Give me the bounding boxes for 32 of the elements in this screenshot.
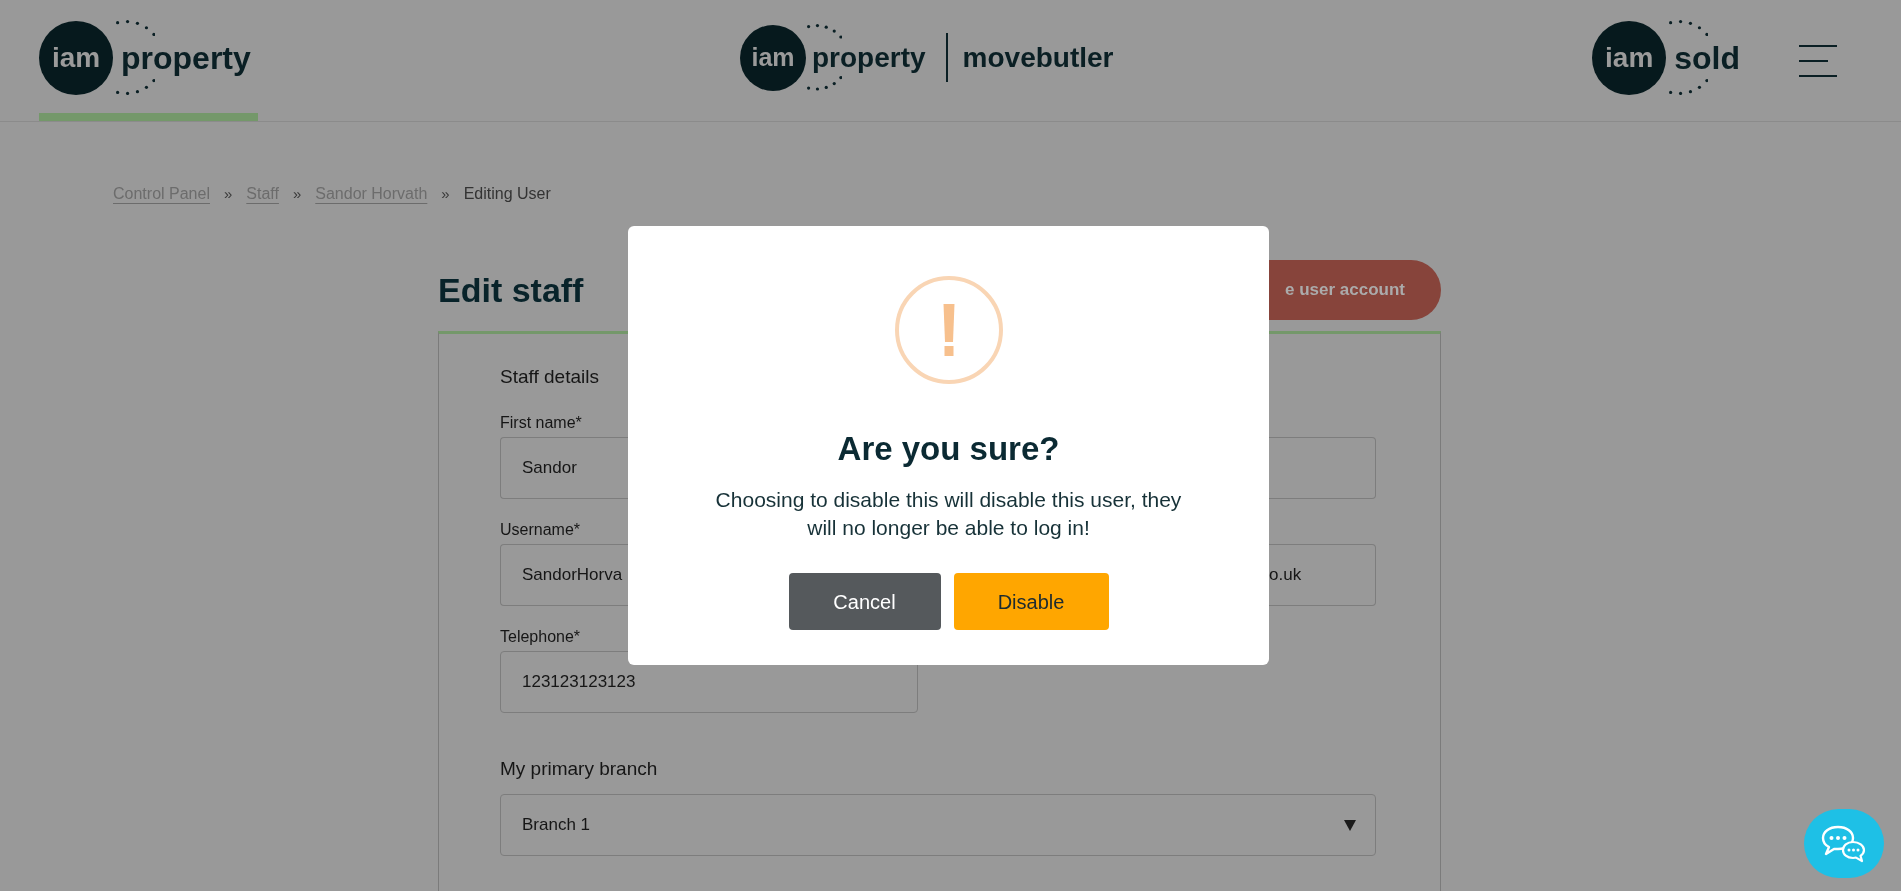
- logo-wordmark[interactable]: property: [121, 41, 251, 74]
- branch-select[interactable]: Branch 1: [500, 794, 1376, 856]
- section-title: Staff details: [500, 366, 599, 388]
- dialog-message: Choosing to disable this will disable this user, they will no longer be able to log in!: [714, 487, 1183, 541]
- dotted-arc-icon: [115, 79, 156, 96]
- cancel-button[interactable]: Cancel: [788, 573, 941, 630]
- logo-wordmark[interactable]: property: [812, 43, 926, 72]
- warning-icon: [893, 275, 1004, 385]
- field-label: First name*: [500, 414, 582, 432]
- dialog-title: Are you sure?: [837, 432, 1060, 465]
- dotted-arc-icon: [806, 23, 843, 39]
- confirm-button[interactable]: Disable: [953, 573, 1109, 630]
- logo-badge: iam: [39, 20, 113, 95]
- menu-icon[interactable]: [1799, 44, 1837, 77]
- dotted-arc-icon: [1668, 19, 1709, 36]
- page-title: Edit staff: [438, 273, 584, 307]
- chat-bubbles-icon: [1821, 824, 1867, 863]
- dotted-arc-icon: [1668, 79, 1709, 96]
- breadcrumb-separator: »: [441, 184, 450, 204]
- caret-icon: [1344, 819, 1356, 831]
- dotted-arc-icon: [115, 19, 156, 36]
- field-label: Username*: [500, 521, 581, 539]
- logo-badge: iam: [1592, 20, 1667, 95]
- partner-wordmark: movebutler: [962, 43, 1114, 72]
- field-label: Telephone*: [500, 628, 581, 646]
- breadcrumb-separator: »: [223, 184, 233, 204]
- logo-badge: iam: [740, 24, 806, 91]
- logo-wordmark[interactable]: sold: [1674, 41, 1740, 74]
- breadcrumb-separator: »: [292, 184, 302, 204]
- field-label: My primary branch: [500, 758, 658, 780]
- breadcrumb-current: Editing User: [463, 184, 551, 204]
- dotted-arc-icon: [806, 76, 843, 92]
